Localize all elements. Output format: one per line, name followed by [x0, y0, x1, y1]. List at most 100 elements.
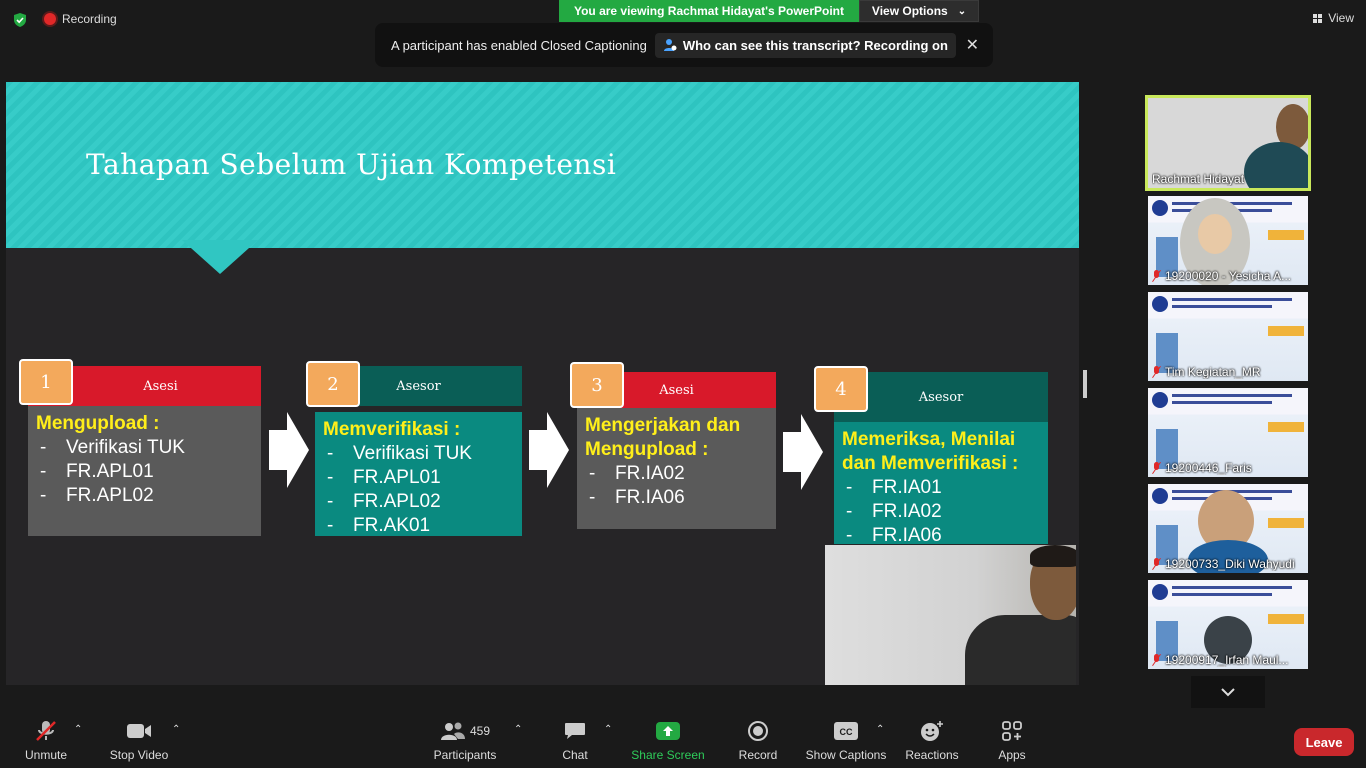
arrow-right-icon: [529, 412, 569, 488]
participants-count: 459: [469, 724, 491, 738]
close-icon[interactable]: ✕: [966, 35, 979, 55]
mic-muted-icon: [1152, 654, 1161, 666]
participant-name-label: 19200446_Faris: [1165, 461, 1252, 475]
participants-icon: 459: [440, 718, 490, 744]
grid-view-icon: [1313, 13, 1323, 23]
step-4-body: Memeriksa, Menilai dan Memverifikasi : F…: [834, 422, 1048, 546]
step-1-number-badge: 1: [19, 359, 73, 405]
step-3-heading: Mengerjakan dan Mengupload :: [585, 415, 741, 460]
participant-name: Rachmat Hidayat: [1152, 172, 1304, 186]
leave-button[interactable]: Leave: [1294, 728, 1354, 756]
step-2-number-badge: 2: [306, 361, 360, 407]
apps-button[interactable]: Apps: [988, 710, 1036, 768]
participant-name: Tim Kegiatan_MR: [1152, 365, 1304, 379]
recording-indicator[interactable]: Recording: [44, 12, 117, 26]
step-1-heading: Mengupload :: [36, 413, 160, 434]
chat-icon: [564, 718, 586, 744]
participant-name-label: Tim Kegiatan_MR: [1165, 365, 1261, 379]
participant-name-label: Rachmat Hidayat: [1152, 172, 1245, 186]
record-label: Record: [738, 748, 778, 762]
arrow-right-icon: [783, 414, 823, 490]
slide-header-notch: [182, 240, 258, 274]
participant-tile[interactable]: Rachmat Hidayat: [1145, 95, 1311, 191]
transcript-visibility-link[interactable]: Who can see this transcript? Recording o…: [654, 32, 956, 58]
show-captions-button[interactable]: CC Show Captions: [804, 710, 888, 768]
panel-resize-handle[interactable]: [1083, 370, 1087, 398]
step-3-body: Mengerjakan dan Mengupload : FR.IA02 FR.…: [577, 408, 776, 529]
participant-name-label: 19200917_Irfan Maul...: [1165, 653, 1289, 667]
participant-face: [1198, 214, 1232, 254]
view-button[interactable]: View: [1313, 11, 1354, 25]
chat-label: Chat: [562, 748, 588, 762]
participant-name: 19200020 - Yesicha A...: [1152, 269, 1304, 283]
participant-tile[interactable]: 19200446_Faris: [1148, 388, 1308, 477]
chat-button[interactable]: Chat: [550, 710, 600, 768]
record-button-icon: [747, 718, 769, 744]
gallery-next-button[interactable]: [1191, 676, 1265, 708]
chevron-up-icon[interactable]: ⌃: [876, 724, 884, 735]
record-button[interactable]: Record: [730, 710, 786, 768]
step-3-number-badge: 3: [570, 362, 624, 408]
participant-tile[interactable]: 19200733_Diki Wahyudi: [1148, 484, 1308, 573]
apps-label: Apps: [998, 748, 1026, 762]
reactions-button[interactable]: Reactions: [904, 710, 960, 768]
reactions-icon: [920, 718, 944, 744]
step-1-item: FR.APL01: [36, 460, 253, 484]
recording-label: Recording: [62, 12, 117, 26]
step-2-item: FR.APL02: [323, 490, 514, 514]
share-screen-label: Share Screen: [631, 748, 705, 762]
arrow-right-icon: [269, 412, 309, 488]
speaker-video-overlay[interactable]: [825, 545, 1076, 685]
caption-user-icon: [663, 39, 677, 51]
step-1-item: Verifikasi TUK: [36, 436, 253, 460]
share-screen-icon: [656, 718, 680, 744]
chevron-up-icon[interactable]: ⌃: [514, 724, 522, 735]
view-options-button[interactable]: View Options ⌄: [859, 0, 979, 22]
shield-icon[interactable]: [12, 12, 28, 28]
stop-video-button[interactable]: Stop Video: [104, 710, 174, 768]
meeting-toolbar: Unmute ⌃ Stop Video ⌃ 459 Participants ⌃…: [0, 710, 1366, 768]
step-1-body: Mengupload : Verifikasi TUK FR.APL01 FR.…: [28, 406, 261, 536]
chevron-up-icon[interactable]: ⌃: [74, 724, 82, 735]
participant-name: 19200917_Irfan Maul...: [1152, 653, 1304, 667]
participant-tile[interactable]: 19200917_Irfan Maul...: [1148, 580, 1308, 669]
chevron-down-icon: ⌄: [957, 5, 967, 17]
step-4-number-badge: 4: [814, 366, 868, 412]
view-label: View: [1328, 11, 1354, 25]
chevron-up-icon[interactable]: ⌃: [172, 724, 180, 735]
step-2-body: Memverifikasi : Verifikasi TUK FR.APL01 …: [315, 412, 522, 536]
mic-muted-icon: [1152, 462, 1161, 474]
record-icon: [44, 13, 56, 25]
mic-muted-icon: [1152, 558, 1161, 570]
stop-video-label: Stop Video: [109, 748, 169, 762]
share-screen-button[interactable]: Share Screen: [630, 710, 706, 768]
mic-muted-icon: [1152, 270, 1161, 282]
viewing-banner: You are viewing Rachmat Hidayat's PowerP…: [559, 0, 859, 22]
participants-label: Participants: [433, 748, 497, 762]
apps-icon: [1001, 718, 1023, 744]
chevron-up-icon[interactable]: ⌃: [604, 724, 612, 735]
mic-muted-icon: [1152, 366, 1161, 378]
step-1-item: FR.APL02: [36, 484, 253, 508]
participant-name: 19200733_Diki Wahyudi: [1152, 557, 1304, 571]
step-4-heading: Memeriksa, Menilai dan Memverifikasi :: [842, 429, 1019, 474]
zoom-meeting-window: Recording You are viewing Rachmat Hidaya…: [0, 0, 1366, 768]
unmute-button[interactable]: Unmute: [16, 710, 76, 768]
reactions-label: Reactions: [905, 748, 959, 762]
speaker-hair: [1030, 545, 1076, 567]
speaker-silhouette: [965, 615, 1076, 685]
chevron-down-icon: [1221, 688, 1235, 697]
step-3-item: FR.IA02: [585, 462, 768, 486]
participant-tile[interactable]: 19200020 - Yesicha A...: [1148, 196, 1308, 285]
participant-tile[interactable]: Tim Kegiatan_MR: [1148, 292, 1308, 381]
mic-muted-icon: [34, 718, 58, 744]
participants-button[interactable]: 459 Participants: [430, 710, 500, 768]
unmute-label: Unmute: [24, 748, 68, 762]
step-4-item: FR.IA01: [842, 476, 1040, 500]
step-2-item: FR.AK01: [323, 514, 514, 538]
view-options-label: View Options: [871, 4, 948, 18]
step-2-item: Verifikasi TUK: [323, 442, 514, 466]
transcript-visibility-label: Who can see this transcript? Recording o…: [682, 37, 948, 53]
video-icon: [126, 718, 152, 744]
participant-name-label: 19200020 - Yesicha A...: [1165, 269, 1292, 283]
